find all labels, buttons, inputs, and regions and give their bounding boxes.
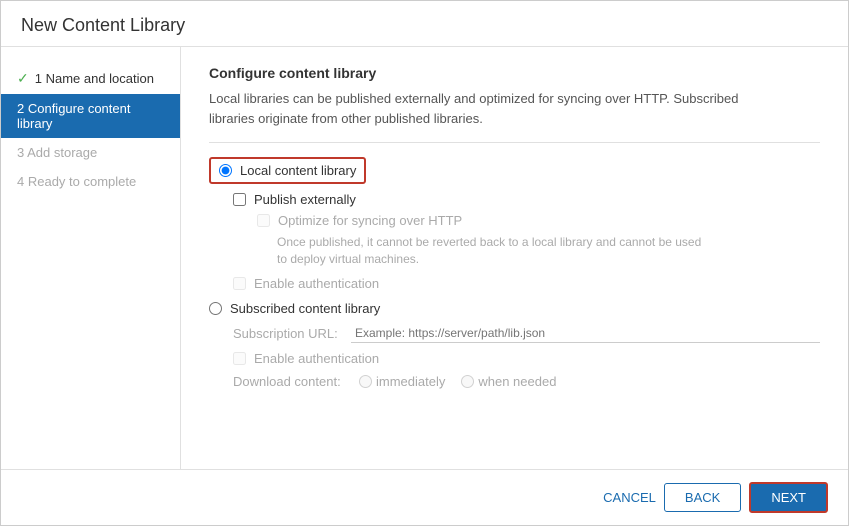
optimize-option: Optimize for syncing over HTTP xyxy=(257,213,820,228)
desc-line1: Local libraries can be published externa… xyxy=(209,91,738,106)
dialog-title: New Content Library xyxy=(21,15,828,36)
immediately-label: immediately xyxy=(376,374,445,389)
sidebar-step3-label: 3 Add storage xyxy=(17,145,97,160)
dialog-footer: CANCEL BACK NEXT xyxy=(1,469,848,525)
sidebar-step2-label: 2 Configure content library xyxy=(17,101,164,131)
immediately-option[interactable]: immediately xyxy=(359,374,445,389)
sidebar-item-step1[interactable]: ✓ 1 Name and location xyxy=(1,63,180,94)
dialog-header: New Content Library xyxy=(1,1,848,47)
publish-externally-checkbox[interactable] xyxy=(233,193,246,206)
subscribed-section: Subscribed content library Subscription … xyxy=(209,301,820,389)
enable-auth-local-option: Enable authentication xyxy=(233,276,820,291)
download-content-row: Download content: immediately when neede… xyxy=(233,374,820,389)
new-content-library-dialog: New Content Library ✓ 1 Name and locatio… xyxy=(0,0,849,526)
optimize-checkbox[interactable] xyxy=(257,214,270,227)
publish-externally-option: Publish externally xyxy=(233,192,820,207)
subscribed-library-radio[interactable] xyxy=(209,302,222,315)
optimize-label: Optimize for syncing over HTTP xyxy=(278,213,462,228)
sidebar-item-step4: 4 Ready to complete xyxy=(1,167,180,196)
local-library-radio[interactable] xyxy=(219,164,232,177)
enable-auth-local-label: Enable authentication xyxy=(254,276,379,291)
section-divider xyxy=(209,142,820,143)
optimize-note: Once published, it cannot be reverted ba… xyxy=(277,234,820,268)
enable-auth-sub-label: Enable authentication xyxy=(254,351,379,366)
subscribed-library-label[interactable]: Subscribed content library xyxy=(230,301,380,316)
download-options: immediately when needed xyxy=(359,374,556,389)
optimize-sub-options: Optimize for syncing over HTTP Once publ… xyxy=(257,213,820,268)
subscription-url-input[interactable] xyxy=(351,324,820,343)
download-content-label: Download content: xyxy=(233,374,343,389)
immediately-radio[interactable] xyxy=(359,375,372,388)
cancel-button[interactable]: CANCEL xyxy=(603,490,656,505)
sidebar: ✓ 1 Name and location 2 Configure conten… xyxy=(1,47,181,469)
sidebar-step4-label: 4 Ready to complete xyxy=(17,174,136,189)
when-needed-label: when needed xyxy=(478,374,556,389)
enable-auth-local-checkbox[interactable] xyxy=(233,277,246,290)
publish-externally-label[interactable]: Publish externally xyxy=(254,192,356,207)
local-sub-options: Publish externally Optimize for syncing … xyxy=(233,192,820,291)
desc-line2: libraries originate from other published… xyxy=(209,111,483,126)
subscribed-library-option: Subscribed content library xyxy=(209,301,820,316)
sidebar-item-step3: 3 Add storage xyxy=(1,138,180,167)
local-library-label[interactable]: Local content library xyxy=(240,163,356,178)
subscription-url-label: Subscription URL: xyxy=(233,326,343,341)
enable-auth-sub-checkbox[interactable] xyxy=(233,352,246,365)
enable-auth-sub-option: Enable authentication xyxy=(233,351,820,366)
checkmark-icon: ✓ xyxy=(17,70,29,87)
main-content-area: Configure content library Local librarie… xyxy=(181,47,848,469)
local-library-option-highlighted: Local content library xyxy=(209,157,366,184)
when-needed-option[interactable]: when needed xyxy=(461,374,556,389)
sidebar-step1-label: 1 Name and location xyxy=(35,71,154,86)
next-button[interactable]: NEXT xyxy=(749,482,828,513)
sidebar-item-step2[interactable]: 2 Configure content library xyxy=(1,94,180,138)
when-needed-radio[interactable] xyxy=(461,375,474,388)
subscribed-sub-options: Enable authentication xyxy=(233,351,820,366)
dialog-body: ✓ 1 Name and location 2 Configure conten… xyxy=(1,47,848,469)
section-description: Local libraries can be published externa… xyxy=(209,89,820,128)
back-button[interactable]: BACK xyxy=(664,483,741,512)
section-title: Configure content library xyxy=(209,65,820,81)
subscription-url-row: Subscription URL: xyxy=(233,324,820,343)
